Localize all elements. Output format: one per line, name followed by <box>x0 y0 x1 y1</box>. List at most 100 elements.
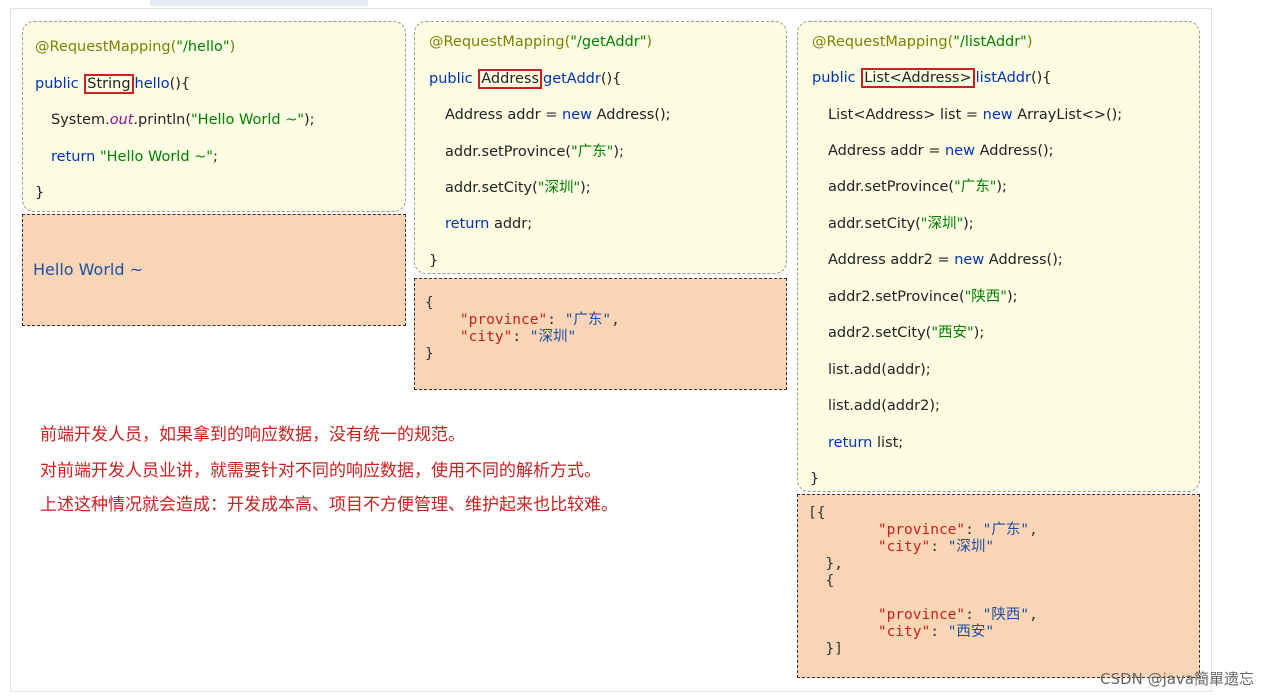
code-text: ); <box>963 216 974 232</box>
code-line-9: list.add(addr2); <box>828 398 940 414</box>
new-keyword: new <box>982 107 1013 123</box>
return-type-highlight: List<Address> <box>861 68 975 88</box>
signature-tail: (){ <box>600 71 622 87</box>
return-type-highlight: Address <box>478 69 542 89</box>
code-string: "陕西" <box>964 289 1007 305</box>
code-line-2: addr.setProvince("广东"); <box>445 142 624 162</box>
code-text: list; <box>872 435 904 451</box>
code-text: Address addr2 = <box>828 252 955 268</box>
json-key: "province" <box>459 312 548 328</box>
annotation-line: @RequestMapping("/getAddr") <box>429 32 652 52</box>
json-close: }] <box>825 641 843 657</box>
top-strip <box>150 0 368 6</box>
method-name: hello <box>134 76 170 92</box>
return-line: return "Hello World ~"; <box>51 147 218 167</box>
semicolon: ; <box>212 149 218 165</box>
code-text: ); <box>996 179 1007 195</box>
public-keyword: public <box>429 71 478 87</box>
code-line-3: addr.setCity("深圳"); <box>445 178 591 198</box>
response-panel-listaddr: [{ "province": "广东", "city": "深圳" }, { "… <box>797 494 1200 678</box>
signature-tail: (){ <box>1030 70 1052 86</box>
close-brace: } <box>35 185 45 201</box>
code-text: ); <box>973 325 985 341</box>
code-text: ); <box>580 180 591 196</box>
json-key: "province" <box>877 607 966 623</box>
code-line-8: list.add(addr); <box>828 362 931 378</box>
annotation-line: @RequestMapping("/listAddr") <box>812 32 1033 52</box>
json-value: "深圳" <box>947 539 995 555</box>
code-line-6: addr2.setProvince("陕西"); <box>828 287 1018 307</box>
return-type-highlight: String <box>84 74 134 94</box>
code-text: List<Address> list = <box>828 107 983 123</box>
code-line-4: addr.setCity("深圳"); <box>828 214 974 234</box>
code-string: "广东" <box>571 144 614 160</box>
annotation: @RequestMapping( <box>35 39 177 55</box>
println-line: System.out.println("Hello World ~"); <box>51 110 315 130</box>
mapping-path: "/listAddr" <box>953 34 1027 50</box>
code-text: addr2.setCity( <box>828 325 932 341</box>
annotation-close: ) <box>229 39 236 55</box>
code-text: Address(); <box>984 252 1063 268</box>
return-string: "Hello World ~" <box>99 149 213 165</box>
return-line: return list; <box>828 433 903 453</box>
code-text: addr.setCity( <box>828 216 921 232</box>
new-keyword: new <box>944 143 975 159</box>
json-key: "province" <box>877 522 966 538</box>
out-field: out <box>109 112 134 128</box>
return-keyword: return <box>445 216 490 232</box>
code-text: Address addr = <box>828 143 945 159</box>
code-text: addr2.setProvince( <box>828 289 965 305</box>
signature-line: public String hello(){ <box>35 74 190 94</box>
signature-line: public Address getAddr(){ <box>429 69 621 89</box>
signature-tail: (){ <box>169 76 191 92</box>
annotation: @RequestMapping( <box>429 34 571 50</box>
code-string: "西安" <box>931 325 974 341</box>
method-name: getAddr <box>543 71 601 87</box>
watermark: CSDN @java簡單遗忘 <box>1100 670 1254 688</box>
code-string: "深圳" <box>537 180 581 196</box>
code-string: "深圳" <box>920 216 964 232</box>
return-keyword: return <box>51 149 100 165</box>
note-line-1: 前端开发人员，如果拿到的响应数据，没有统一的规范。 <box>40 425 465 445</box>
json-key: "city" <box>459 329 513 345</box>
new-keyword: new <box>954 252 985 268</box>
note-line-3: 上述这种情况就会造成：开发成本高、项目不方便管理、维护起来也比较难。 <box>40 495 618 515</box>
method-name: listAddr <box>975 70 1031 86</box>
response-panel-getaddr: { "province": "广东", "city": "深圳" } <box>414 278 787 390</box>
code-text: addr; <box>489 216 533 232</box>
code-text: addr.setProvince( <box>445 144 572 160</box>
code-text: ArrayList<>(); <box>1012 107 1123 123</box>
signature-line: public List<Address> listAddr(){ <box>812 68 1052 88</box>
note-line-2: 对前端开发人员业讲，就需要针对不同的响应数据，使用不同的解析方式。 <box>40 461 601 481</box>
code-text: Address(); <box>591 107 671 123</box>
println-text: .println( <box>133 112 191 128</box>
mapping-path: "/getAddr" <box>570 34 647 50</box>
code-text: ); <box>613 144 624 160</box>
code-line-5: Address addr2 = new Address(); <box>828 250 1063 270</box>
json-open: [{ <box>808 505 826 521</box>
code-line-2: Address addr = new Address(); <box>828 141 1054 161</box>
code-panel-listaddr: @RequestMapping("/listAddr") public List… <box>797 21 1200 492</box>
json-response: { "province": "广东", "city": "深圳" } <box>425 295 620 362</box>
annotation-close: ) <box>1026 34 1033 50</box>
new-keyword: new <box>561 107 592 123</box>
json-value: "西安" <box>947 624 995 640</box>
response-panel-hello: Hello World ~ <box>22 214 406 326</box>
code-line-3: addr.setProvince("广东"); <box>828 177 1007 197</box>
code-text: ); <box>1006 289 1018 305</box>
json-mid: { <box>825 573 835 589</box>
response-text: Hello World ~ <box>33 260 143 279</box>
json-value: "陕西" <box>982 607 1030 623</box>
code-text: Address(); <box>974 143 1054 159</box>
code-text: Address addr = <box>445 107 562 123</box>
return-line: return addr; <box>445 214 532 234</box>
json-value: "广东" <box>564 312 612 328</box>
return-keyword: return <box>828 435 873 451</box>
json-key: "city" <box>877 624 931 640</box>
println-end: ); <box>304 112 315 128</box>
code-string: "广东" <box>954 179 997 195</box>
public-keyword: public <box>35 76 84 92</box>
code-line-1: List<Address> list = new ArrayList<>(); <box>828 105 1122 125</box>
code-panel-getaddr: @RequestMapping("/getAddr") public Addre… <box>414 21 787 274</box>
close-brace: } <box>810 471 820 487</box>
